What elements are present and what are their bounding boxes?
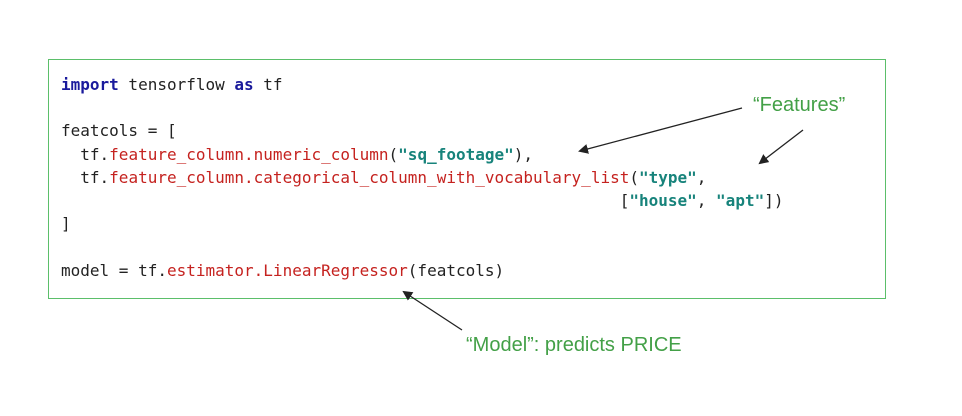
string-apt: "apt" — [716, 191, 765, 211]
code-text: featcols = [ — [61, 121, 177, 141]
code-text: model = tf. — [61, 260, 167, 280]
code-text: tf — [253, 75, 283, 94]
code-text: ( — [388, 144, 399, 164]
keyword-as: as — [234, 75, 254, 94]
code-text: tf. — [61, 167, 110, 187]
code-listing: import tensorflow as tf featcols = [ tf.… — [61, 73, 783, 282]
code-text: , — [696, 191, 717, 211]
model-annotation: “Model”: predicts PRICE — [466, 334, 682, 356]
code-text: ]) — [764, 191, 784, 211]
code-text: ( — [629, 167, 639, 187]
string-house: "house" — [629, 191, 697, 211]
code-text: tf. — [61, 144, 110, 164]
code-text: ] — [61, 214, 71, 234]
string-type: "type" — [638, 167, 697, 187]
function-categorical-column: feature_column.categorical_column_with_v… — [109, 167, 630, 187]
keyword-import: import — [61, 75, 119, 94]
string-sq-footage: "sq_footage" — [398, 144, 514, 164]
function-numeric-column: feature_column.numeric_column — [109, 144, 389, 164]
code-text: [ — [61, 191, 630, 211]
code-text: ), — [513, 144, 534, 164]
features-annotation: “Features” — [753, 94, 846, 116]
code-text: , — [696, 167, 707, 187]
code-text: (featcols) — [407, 260, 505, 280]
code-text: tensorflow — [118, 75, 235, 94]
function-linear-regressor: estimator.LinearRegressor — [166, 260, 408, 280]
